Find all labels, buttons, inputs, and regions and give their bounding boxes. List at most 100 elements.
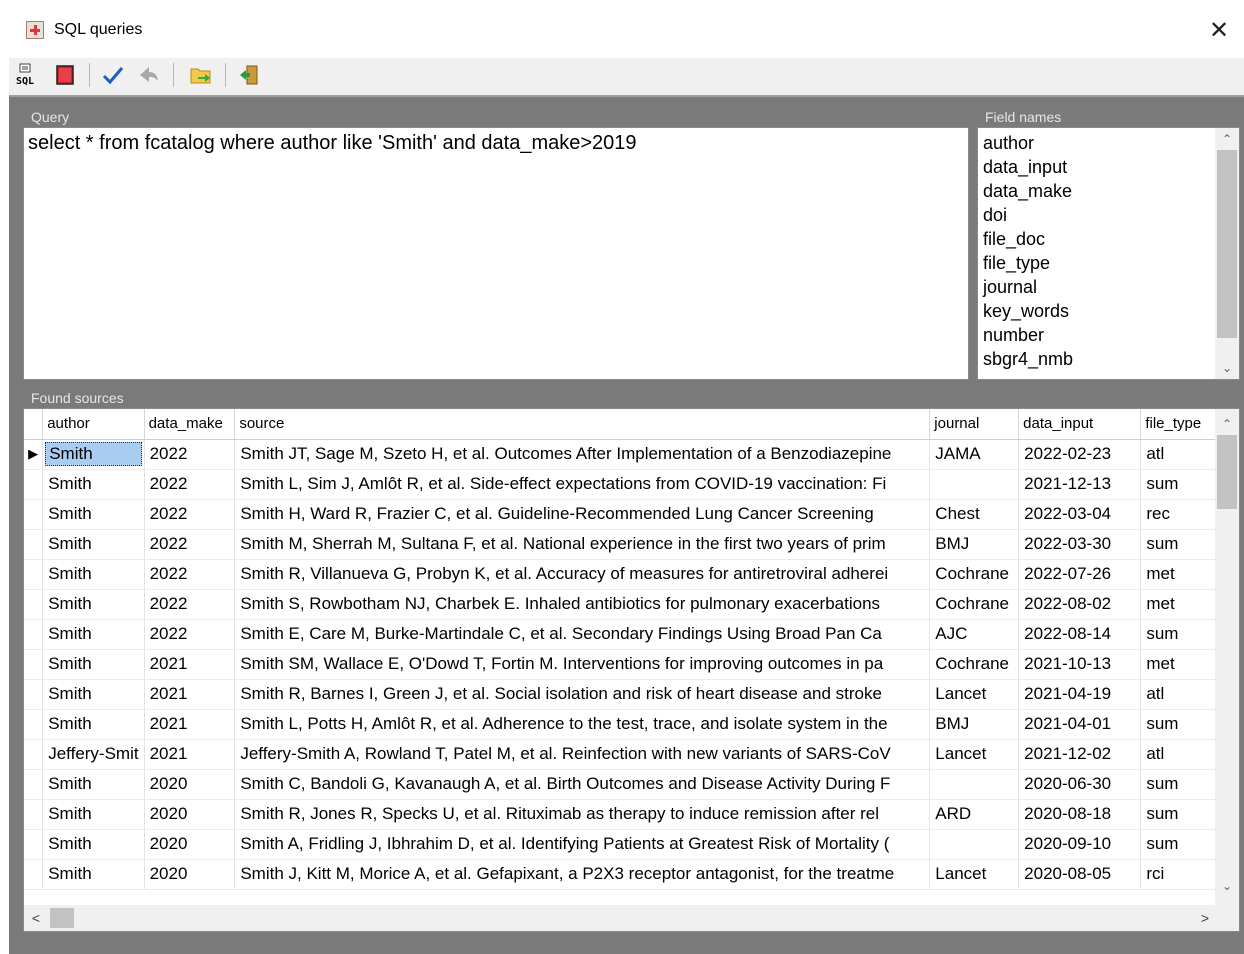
field-name-item[interactable]: author <box>983 131 1203 155</box>
cell-data-make[interactable]: 2021 <box>144 709 236 740</box>
field-name-item[interactable]: number <box>983 323 1203 347</box>
cell-file-type[interactable]: sum <box>1140 469 1217 500</box>
cell-data-make[interactable]: 2020 <box>144 769 236 800</box>
scroll-down-icon[interactable]: ⌄ <box>1215 875 1239 897</box>
scroll-down-icon[interactable]: ⌄ <box>1215 357 1239 379</box>
cell-source[interactable]: Smith A, Fridling J, Ibhrahim D, et al. … <box>234 829 931 860</box>
table-row[interactable]: Smith 2020 Smith C, Bandoli G, Kavanaugh A… <box>24 769 1217 800</box>
vertical-scrollbar[interactable]: ⌃ ⌄ <box>1215 409 1239 931</box>
cell-data-input[interactable]: 2021-04-19 <box>1018 679 1142 710</box>
cell-author[interactable]: Smith <box>42 859 145 890</box>
cell-author[interactable]: Smith <box>42 619 145 650</box>
cell-data-input[interactable]: 2020-08-05 <box>1018 859 1142 890</box>
cell-journal[interactable]: Cochrane <box>929 649 1020 680</box>
cell-source[interactable]: Smith L, Potts H, Amlôt R, et al. Adhere… <box>234 709 931 740</box>
scroll-left-icon[interactable]: < <box>24 905 48 931</box>
red-book-button[interactable] <box>53 63 77 87</box>
cell-journal[interactable]: AJC <box>929 619 1020 650</box>
cell-data-input[interactable]: 2021-12-02 <box>1018 739 1142 770</box>
field-name-item[interactable]: data_make <box>983 179 1203 203</box>
cell-data-input[interactable]: 2022-02-23 <box>1018 439 1142 470</box>
cell-data-make[interactable]: 2020 <box>144 859 236 890</box>
column-header-data-make[interactable]: data_make <box>144 409 236 440</box>
scroll-up-icon[interactable]: ⌃ <box>1215 128 1239 150</box>
cell-data-input[interactable]: 2020-06-30 <box>1018 769 1142 800</box>
cell-journal[interactable]: Cochrane <box>929 589 1020 620</box>
table-row[interactable]: Smith 2021 Smith R, Barnes I, Green J, et … <box>24 679 1217 710</box>
table-row[interactable]: Smith 2022 Smith R, Villanueva G, Probyn K… <box>24 559 1217 590</box>
cell-journal[interactable]: BMJ <box>929 709 1020 740</box>
cell-data-input[interactable]: 2021-10-13 <box>1018 649 1142 680</box>
cell-data-input[interactable]: 2022-07-26 <box>1018 559 1142 590</box>
cell-source[interactable]: Smith JT, Sage M, Szeto H, et al. Outcom… <box>234 439 931 470</box>
cell-author[interactable]: Smith <box>42 469 145 500</box>
cell-source[interactable]: Smith J, Kitt M, Morice A, et al. Gefapi… <box>234 859 931 890</box>
table-row[interactable]: Smith 2022 Smith S, Rowbotham NJ, Charbek … <box>24 589 1217 620</box>
column-header-data-input[interactable]: data_input <box>1018 409 1142 440</box>
cell-data-input[interactable]: 2020-09-10 <box>1018 829 1142 860</box>
table-row[interactable]: Smith 2021 Smith SM, Wallace E, O'Dowd T, … <box>24 649 1217 680</box>
table-row[interactable]: Smith 2021 Smith L, Potts H, Amlôt R, et a… <box>24 709 1217 740</box>
table-row[interactable]: Smith 2022 Smith H, Ward R, Frazier C, et … <box>24 499 1217 530</box>
column-header-file-type[interactable]: file_type <box>1140 409 1217 440</box>
cell-data-make[interactable]: 2022 <box>144 619 236 650</box>
cell-journal[interactable]: ARD <box>929 799 1020 830</box>
cell-file-type[interactable]: sum <box>1140 709 1217 740</box>
cell-file-type[interactable]: sum <box>1140 769 1217 800</box>
cell-data-input[interactable]: 2022-08-14 <box>1018 619 1142 650</box>
cell-file-type[interactable]: atl <box>1140 439 1217 470</box>
cell-file-type[interactable]: sum <box>1140 829 1217 860</box>
cell-author[interactable]: Smith <box>42 709 145 740</box>
cell-data-input[interactable]: 2022-03-04 <box>1018 499 1142 530</box>
cell-data-make[interactable]: 2020 <box>144 829 236 860</box>
cell-author[interactable]: Smith <box>42 649 145 680</box>
cell-journal[interactable]: Chest <box>929 499 1020 530</box>
apply-button[interactable] <box>101 63 125 87</box>
cell-source[interactable]: Smith E, Care M, Burke-Martindale C, et … <box>234 619 931 650</box>
open-folder-button[interactable] <box>189 63 213 87</box>
table-row[interactable]: Smith 2020 Smith J, Kitt M, Morice A, et a… <box>24 859 1217 890</box>
cell-file-type[interactable]: rec <box>1140 499 1217 530</box>
cell-author[interactable]: Smith <box>42 559 145 590</box>
cell-data-make[interactable]: 2020 <box>144 799 236 830</box>
selected-cell-value[interactable]: Smith <box>45 442 142 466</box>
cell-file-type[interactable]: atl <box>1140 739 1217 770</box>
cell-author[interactable]: Smith <box>42 769 145 800</box>
cell-source[interactable]: Smith S, Rowbotham NJ, Charbek E. Inhale… <box>234 589 931 620</box>
table-row[interactable]: ▶ Smith 2022 Smith JT, Sage M, Szeto H, et … <box>24 439 1217 470</box>
column-header-journal[interactable]: journal <box>929 409 1020 440</box>
field-name-item[interactable]: doi <box>983 203 1203 227</box>
cell-journal[interactable]: Lancet <box>929 679 1020 710</box>
cell-source[interactable]: Smith R, Barnes I, Green J, et al. Socia… <box>234 679 931 710</box>
cell-journal[interactable] <box>929 829 1020 860</box>
cell-author[interactable]: Smith <box>42 799 145 830</box>
cell-author[interactable]: Smith <box>42 499 145 530</box>
cell-file-type[interactable]: sum <box>1140 799 1217 830</box>
cell-data-make[interactable]: 2022 <box>144 469 236 500</box>
cell-file-type[interactable]: met <box>1140 649 1217 680</box>
scroll-thumb[interactable] <box>1217 435 1237 509</box>
table-row[interactable]: Smith 2022 Smith E, Care M, Burke-Martinda… <box>24 619 1217 650</box>
sql-button[interactable]: SQL <box>15 63 39 87</box>
query-editor[interactable]: select * from fcatalog where author like… <box>23 127 969 380</box>
cell-author[interactable]: Smith <box>42 679 145 710</box>
table-row[interactable]: Jeffery-Smit 2021 Jeffery-Smith A, Rowland… <box>24 739 1217 770</box>
horizontal-scrollbar[interactable]: < > <box>24 905 1217 931</box>
scroll-thumb[interactable] <box>1217 150 1237 338</box>
cell-file-type[interactable]: atl <box>1140 679 1217 710</box>
column-header-source[interactable]: source <box>234 409 931 440</box>
cell-source[interactable]: Jeffery-Smith A, Rowland T, Patel M, et … <box>234 739 931 770</box>
cell-source[interactable]: Smith M, Sherrah M, Sultana F, et al. Na… <box>234 529 931 560</box>
scroll-up-icon[interactable]: ⌃ <box>1215 413 1239 435</box>
cell-author[interactable]: Smith <box>42 589 145 620</box>
cell-data-input[interactable]: 2022-03-30 <box>1018 529 1142 560</box>
exit-button[interactable] <box>237 63 261 87</box>
cell-file-type[interactable]: met <box>1140 589 1217 620</box>
cell-file-type[interactable]: sum <box>1140 529 1217 560</box>
table-row[interactable]: Smith 2022 Smith L, Sim J, Amlôt R, et al.… <box>24 469 1217 500</box>
back-button[interactable] <box>137 63 161 87</box>
cell-data-make[interactable]: 2022 <box>144 559 236 590</box>
field-name-item[interactable]: key_words <box>983 299 1203 323</box>
cell-data-input[interactable]: 2021-12-13 <box>1018 469 1142 500</box>
cell-data-make[interactable]: 2022 <box>144 529 236 560</box>
